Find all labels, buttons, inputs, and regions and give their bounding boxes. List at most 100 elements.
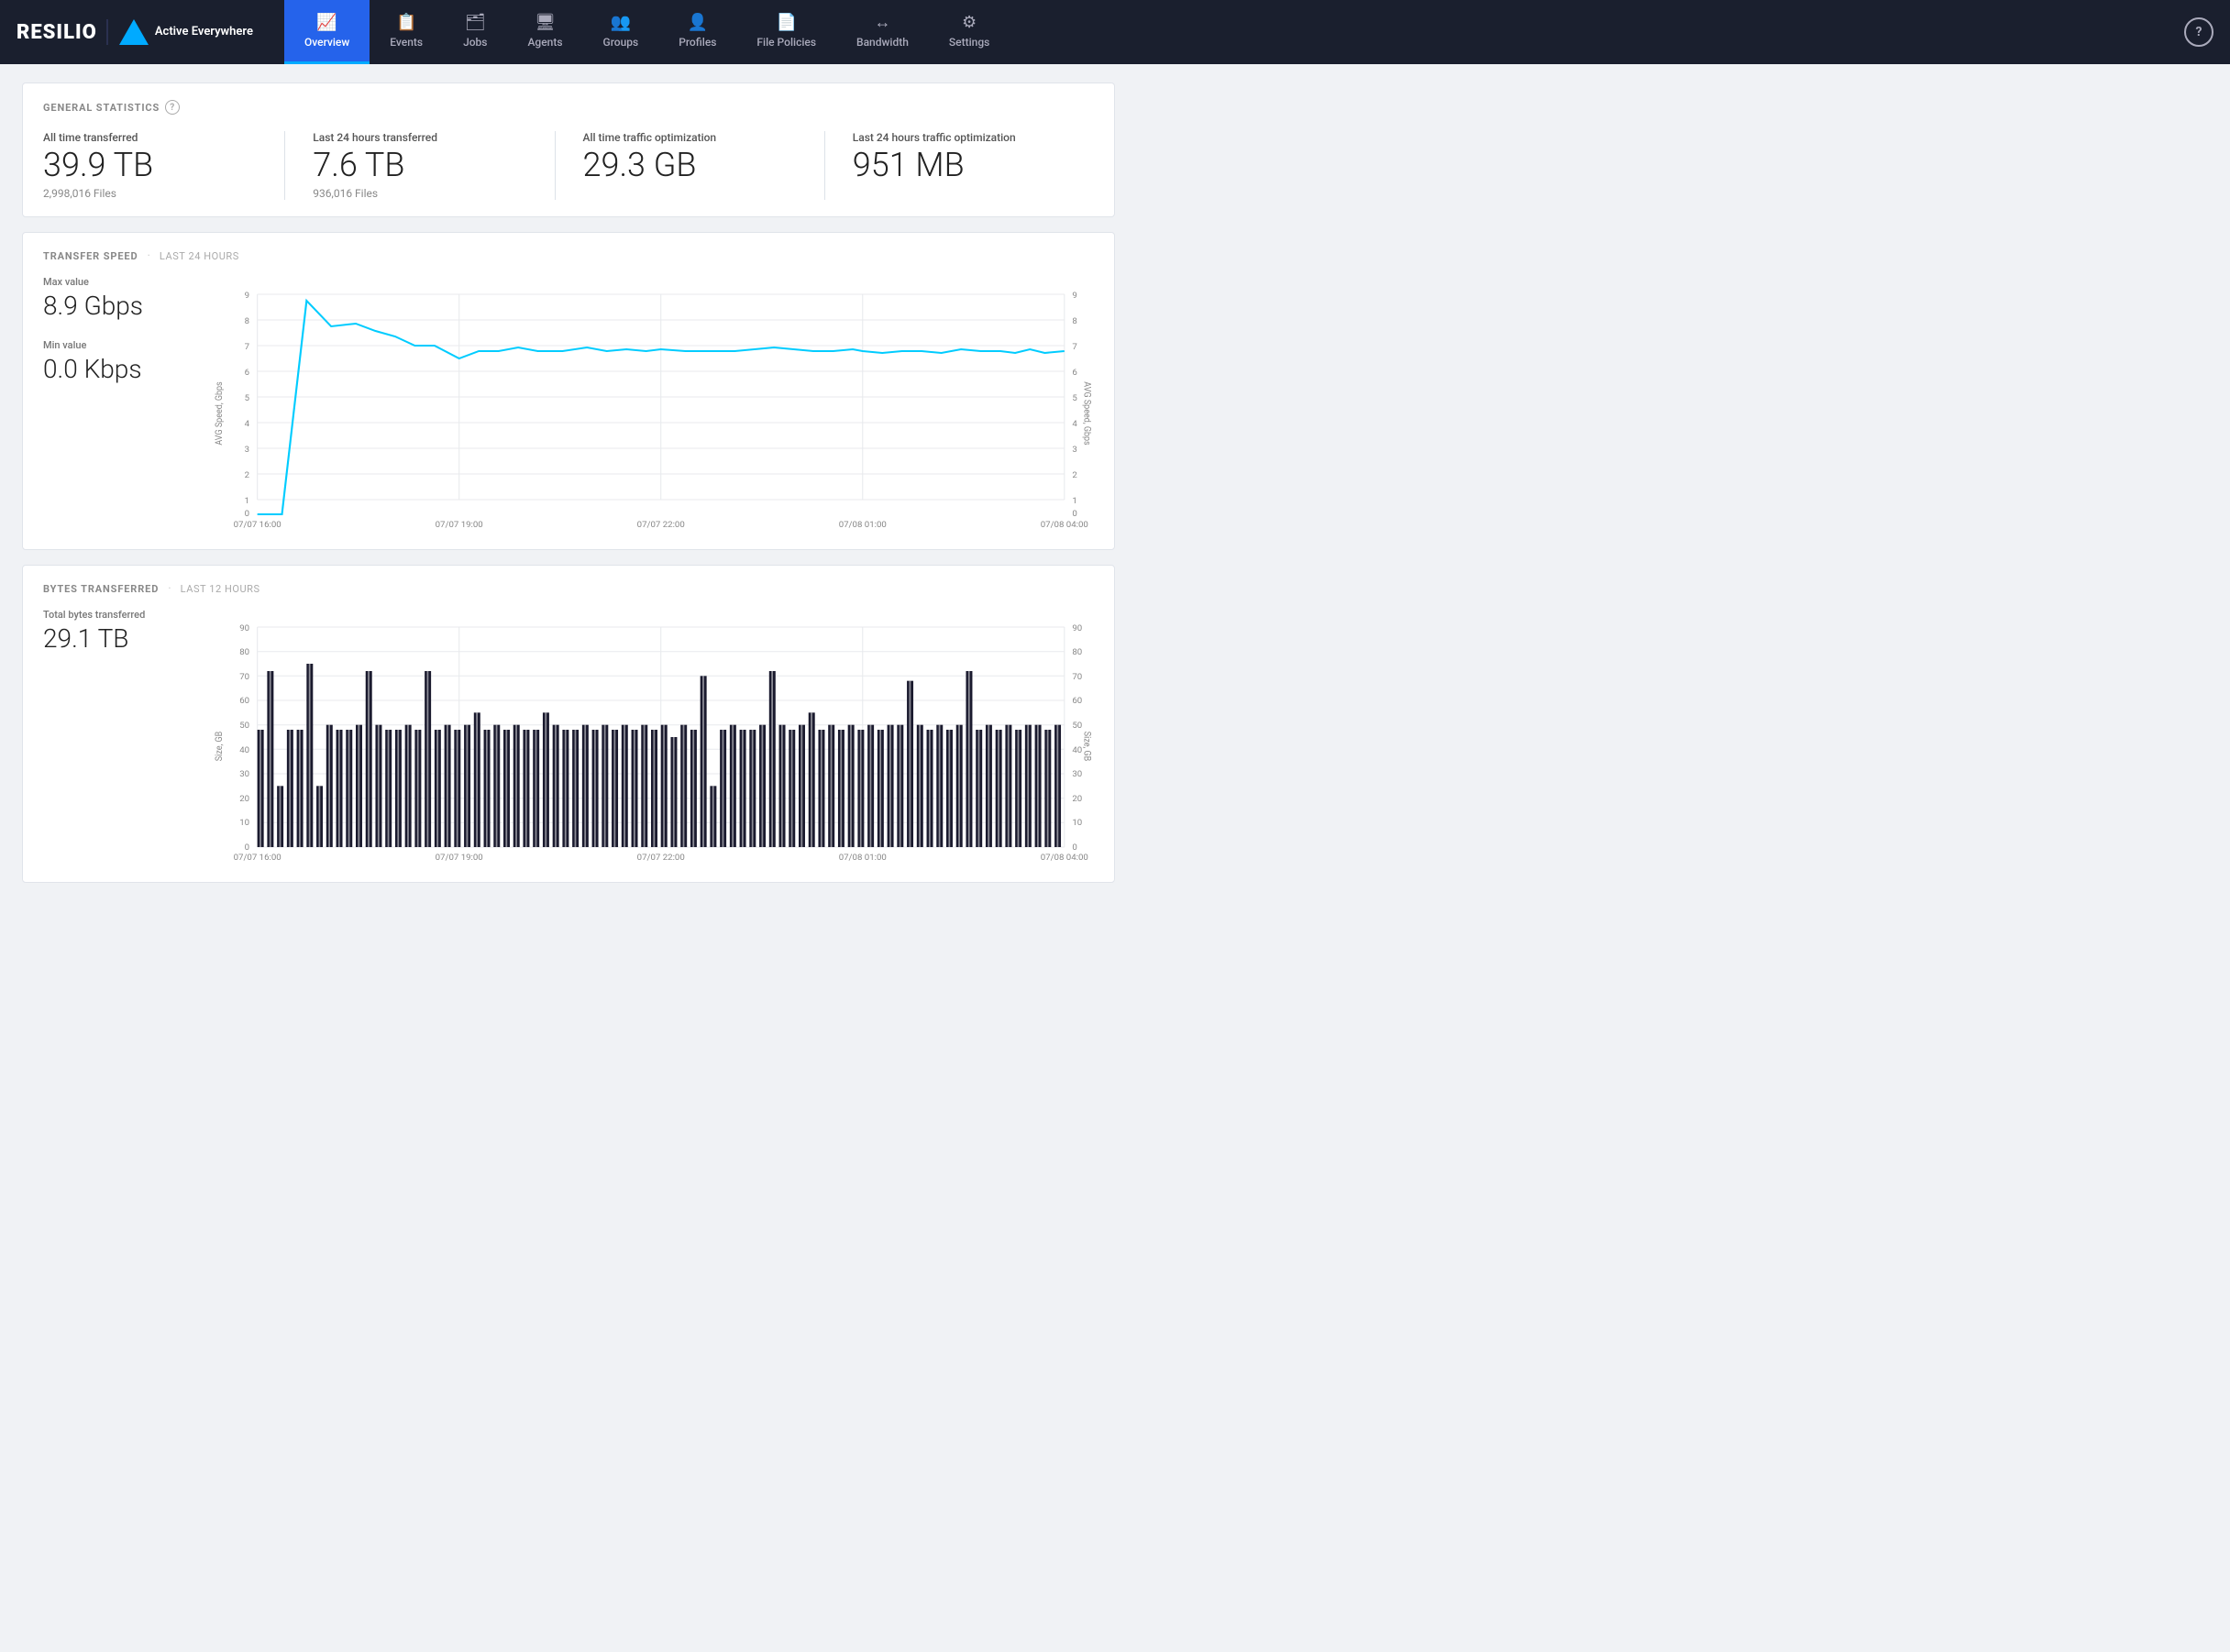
agents-nav-label: Agents [527,36,562,49]
stat-sub-0: 2,998,016 Files [43,187,257,200]
bar-stripe-64 [889,724,891,846]
transfer-speed-chart: 9 8 7 6 5 4 3 2 1 0 9 8 7 6 [208,276,1094,533]
file-policies-nav-label: File Policies [756,36,816,49]
bytes-transferred-title: BYTES TRANSFERRED [43,583,159,595]
transfer-speed-header: TRANSFER SPEED · LAST 24 HOURS [43,249,1094,263]
max-value-label: Max value [43,276,190,288]
bar-stripe-53 [781,724,783,846]
events-nav-icon: 📋 [396,13,416,32]
stats-grid: All time transferred 39.9 TB 2,998,016 F… [43,131,1094,200]
bar-stripe-70 [948,730,950,847]
overview-nav-icon: 📈 [316,13,337,32]
svg-text:07/08 01:00: 07/08 01:00 [839,853,887,863]
bar-stripe-77 [1018,730,1020,847]
bar-stripe-3 [289,730,291,847]
bar-stripe-55 [800,724,802,846]
bar-stripe-27 [525,730,527,847]
stat-block-3: Last 24 hours traffic optimization 951 M… [824,131,1094,200]
logo-triangle-icon [119,19,149,45]
main-content: GENERAL STATISTICS ? All time transferre… [0,64,1137,916]
general-stats-help-icon[interactable]: ? [165,100,180,115]
bar-stripe-56 [811,712,812,847]
active-everywhere-label: Active Everywhere [155,25,253,39]
nav-item-bandwidth[interactable]: ↔Bandwidth [836,0,929,64]
bar-stripe-23 [486,730,488,847]
bar-stripe-9 [348,730,350,847]
svg-text:7: 7 [245,342,249,352]
bar-stripe-46 [712,786,714,847]
svg-text:3: 3 [1072,445,1076,455]
stat-block-2: All time traffic optimization 29.3 GB [555,131,824,200]
bar-stripe-76 [1008,724,1010,846]
bar-stripe-47 [723,730,724,847]
svg-text:4: 4 [245,419,250,429]
svg-text:70: 70 [239,672,249,682]
nav-item-file-policies[interactable]: 📄 File Policies [736,0,836,64]
nav-item-agents[interactable]: 🖥Agents [507,0,582,64]
max-value: 8.9 Gbps [43,291,190,321]
overview-nav-label: Overview [304,36,349,49]
svg-text:0: 0 [245,843,249,853]
bar-stripe-10 [358,724,359,846]
bar-stripe-42 [673,737,675,847]
help-button[interactable]: ? [2184,17,2213,47]
svg-text:8: 8 [1072,316,1076,326]
svg-text:2: 2 [245,470,249,480]
transfer-speed-section: TRANSFER SPEED · LAST 24 HOURS Max value… [22,232,1115,550]
bar-chart-bars [258,664,1061,847]
nav-item-events[interactable]: 📋 Events [370,0,443,64]
bar-stripe-61 [860,730,862,847]
bar-stripe-36 [614,730,616,847]
bar-stripe-50 [752,730,754,847]
bar-stripe-30 [555,724,557,846]
brand-name: RESILIO [17,21,97,44]
general-stats-title: GENERAL STATISTICS ? [43,100,1094,115]
svg-text:07/07 19:00: 07/07 19:00 [436,853,483,863]
bar-stripe-15 [407,724,409,846]
svg-text:07/07 22:00: 07/07 22:00 [637,520,685,530]
bar-stripe-51 [762,724,764,846]
bytes-transferred-chart: 90 80 70 60 50 40 30 20 10 0 90 80 70 60… [208,609,1094,865]
nav-item-jobs[interactable]: 🗂Jobs [443,0,507,64]
bar-stripe-33 [584,724,586,846]
svg-text:2: 2 [1072,470,1076,480]
file-policies-nav-icon: 📄 [777,13,797,32]
bar-stripe-21 [467,724,469,846]
bar-stripe-12 [378,724,380,846]
nav-item-groups[interactable]: 👥Groups [583,0,659,64]
bytes-transferred-header: BYTES TRANSFERRED · LAST 12 HOURS [43,582,1094,596]
bar-stripe-79 [1037,724,1039,846]
svg-text:07/07 19:00: 07/07 19:00 [436,520,483,530]
bar-stripe-40 [653,730,655,847]
nav-item-settings[interactable]: ⚙Settings [929,0,1010,64]
svg-text:Size, GB: Size, GB [215,731,225,761]
svg-text:50: 50 [239,721,249,731]
min-value-label: Min value [43,339,190,351]
svg-text:8: 8 [245,316,249,326]
stat-block-0: All time transferred 39.9 TB 2,998,016 F… [43,131,284,200]
nav-item-overview[interactable]: 📈 Overview [284,0,370,64]
bar-stripe-69 [939,724,941,846]
min-value: 0.0 Kbps [43,354,190,384]
svg-text:5: 5 [245,393,249,403]
bytes-transferred-subtitle: LAST 12 HOURS [181,583,260,595]
svg-text:9: 9 [245,291,249,301]
bar-stripe-28 [535,730,537,847]
stat-label-2: All time traffic optimization [583,131,797,144]
bar-stripe-71 [958,724,960,846]
bytes-transferred-stats: Total bytes transferred 29.1 TB [43,609,208,865]
svg-text:6: 6 [1072,368,1076,378]
bar-stripe-19 [447,724,448,846]
bar-stripe-8 [338,730,340,847]
events-nav-label: Events [390,36,423,49]
nav-item-profiles[interactable]: 👤Profiles [658,0,736,64]
svg-text:AVG Speed, Gbps: AVG Speed, Gbps [1081,381,1091,446]
profiles-nav-icon: 👤 [688,13,708,32]
bar-stripe-4 [299,730,301,847]
bar-stripe-41 [663,724,665,846]
svg-text:Size, GB: Size, GB [1081,731,1091,761]
bytes-transferred-section: BYTES TRANSFERRED · LAST 12 HOURS Total … [22,565,1115,883]
stat-value-0: 39.9 TB [43,148,257,184]
svg-text:4: 4 [1072,419,1077,429]
bar-stripe-58 [831,724,833,846]
